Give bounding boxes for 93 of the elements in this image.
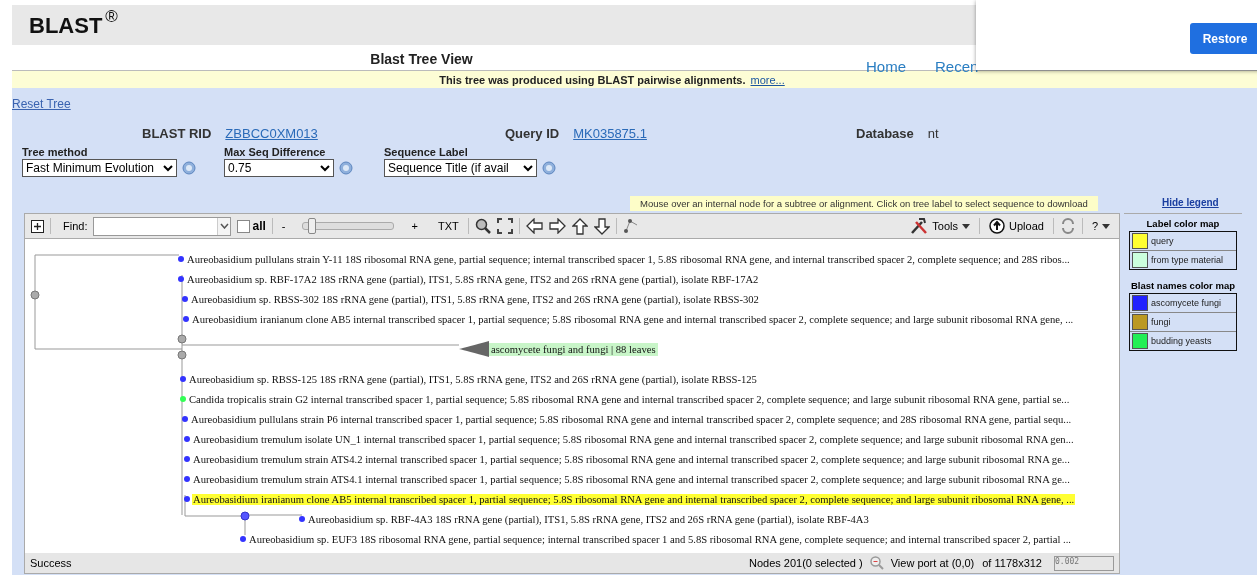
option-label: Tree method [22, 146, 89, 158]
caret-icon [163, 164, 173, 172]
option-select[interactable]: Fast Minimum Evolution [22, 159, 177, 177]
leaf-node-dot[interactable] [299, 516, 305, 522]
tree-layout-icon[interactable] [622, 218, 639, 234]
leaf-label[interactable]: Aureobasidium sp. RBF-4A3 18S rRNA gene (partial), ITS1, 5.8S rRNA gene, ITS2 and 26S rRNA gene (partial), isolate RBF-4A3 [307, 513, 870, 525]
nav-link[interactable]: Home [866, 58, 906, 75]
legend-label: query [1151, 236, 1174, 246]
leaf-label[interactable]: Aureobasidium tremulum isolate UN_1 internal transcribed spacer 1, partial sequence; 5.8S ribosomal RNA gene and internal transcribed spacer 2, complete sequence; and large subunit ribosomal RNA gen... [192, 433, 1075, 445]
more-link[interactable]: more... [750, 73, 785, 86]
leaf-node-dot[interactable] [184, 476, 190, 482]
tools-button[interactable]: Tools [907, 218, 973, 234]
upload-icon [989, 218, 1005, 234]
leaf-label[interactable]: Aureobasidium iranianum clone AB5 internal transcribed spacer 1, partial sequence; 5.8S ribosomal RNA gene and internal transcribed spacer 2, complete sequence; and large subunit ribosomal RNA gene, ... [191, 313, 1075, 325]
viewport-text: View port at (0,0) [890, 557, 975, 569]
arrow-right-icon[interactable] [548, 218, 566, 234]
leaf-node-dot[interactable] [184, 456, 190, 462]
info-label: Database [856, 126, 914, 141]
leaf-label[interactable]: Aureobasidium pullulans strain P6 internal transcribed spacer 1, partial sequence; 5.8S ribosomal RNA gene and internal transcribed spacer 2, complete sequence; and 28S ribosomal RNA gene, partial sequ... [190, 413, 1073, 425]
leaf-node-dot[interactable] [183, 316, 189, 322]
arrow-down-icon[interactable] [593, 217, 610, 235]
all-checkbox[interactable] [237, 219, 251, 233]
hammer-icon [910, 218, 929, 234]
help-icon[interactable] [542, 161, 556, 175]
collapsed-node-icon[interactable] [459, 341, 489, 357]
leaf-node-dot[interactable] [182, 296, 188, 302]
status-text: Success [30, 557, 72, 569]
nav-link[interactable]: Recen [935, 58, 979, 75]
caret-icon [962, 223, 970, 229]
leaf-label[interactable]: Aureobasidium tremulum strain ATS4.2 internal transcribed spacer 1, partial sequence; 5.8S ribosomal RNA gene and internal transcribed spacer 2, complete sequence; and large subunit ribosomal RNA ge... [192, 453, 1071, 465]
leaf-node-dot[interactable] [184, 436, 190, 442]
arrow-up-icon[interactable] [571, 217, 588, 235]
fullscreen-icon[interactable] [496, 218, 513, 234]
legend-label: fungi [1151, 317, 1171, 327]
leaf-label[interactable]: Aureobasidium sp. EUF3 18S ribosomal RNA gene, partial sequence; internal transcribed spacer 1 and 5.8S ribosomal RNA gene, complete sequence; and internal transcribed spacer 2, partial ... [248, 533, 1072, 545]
all-label: all [252, 219, 266, 233]
help-icon[interactable] [182, 161, 196, 175]
option-select[interactable]: Sequence Title (if avail [384, 159, 537, 177]
leaf-node-dot[interactable] [180, 396, 186, 402]
leaf-node-dot[interactable] [240, 536, 246, 542]
zoom-in-button[interactable]: + [408, 220, 421, 232]
page-title: Blast Tree View [370, 51, 473, 67]
leaf-node-dot[interactable] [180, 376, 186, 382]
arrow-left-icon[interactable] [525, 218, 543, 234]
upload-button[interactable]: Upload [986, 218, 1047, 234]
hide-legend-link[interactable]: Hide legend [1162, 197, 1219, 208]
legend-label: ascomycete fungi [1151, 298, 1222, 308]
legend-title: Label color map [1146, 218, 1220, 229]
option-select[interactable]: 0.75 [224, 159, 334, 177]
magnifier-icon[interactable] [474, 218, 491, 234]
info-value: nt [927, 126, 939, 141]
legend-title: Blast names color map [1131, 280, 1235, 291]
caret-icon [1102, 223, 1110, 229]
reset-tree-link[interactable]: Reset Tree [12, 97, 71, 111]
legend-label: budding yeasts [1151, 336, 1212, 346]
caret-icon [320, 164, 330, 172]
scale-bar: 0.002 [1054, 555, 1114, 571]
leaf-label[interactable]: Aureobasidium iranianum clone AB5 internal transcribed spacer 1, partial sequence; 5.8S ribosomal RNA gene and internal transcribed spacer 2, complete sequence; and large subunit ribosomal RNA gene, ... [192, 493, 1076, 505]
leaf-node-dot[interactable] [182, 416, 188, 422]
refresh-icon[interactable] [1059, 218, 1076, 234]
help-icon[interactable] [339, 161, 353, 175]
txt-button[interactable]: TXT [434, 220, 462, 232]
info-label: BLAST RID [142, 126, 212, 141]
expand-icon[interactable] [31, 219, 44, 233]
hint-text: Mouse over an internal node for a subtree or alignment. Click on tree label to select sequence to download [630, 196, 1098, 211]
help-button[interactable]: ? [1088, 220, 1113, 232]
leaf-label[interactable]: Aureobasidium tremulum strain ATS4.1 internal transcribed spacer 1, partial sequence; 5.8S ribosomal RNA gene and internal transcribed spacer 2, complete sequence; and large subunit ribosomal RNA ge... [192, 473, 1071, 485]
leaf-label[interactable]: Aureobasidium pullulans strain Y-11 18S ribosomal RNA gene, partial sequence; internal transcribed spacer 1, 5.8S ribosomal RNA gene, and internal transcribed spacer 2, complete sequence; and 28S ribos... [186, 253, 1071, 265]
info-link[interactable]: MK035875.1 [573, 126, 647, 141]
canvas-size: of 1178x312 [982, 557, 1042, 569]
leaf-node-dot[interactable] [178, 276, 184, 282]
caret-icon [523, 164, 533, 172]
find-field[interactable] [93, 216, 232, 236]
caret-icon [219, 223, 229, 229]
option-label: Max Seq Difference [224, 146, 327, 158]
node-count: Nodes 201(0 selected ) [748, 557, 863, 569]
info-link[interactable]: ZBBCC0XM013 [225, 126, 318, 141]
leaf-label[interactable]: Aureobasidium sp. RBSS-302 18S rRNA gene (partial), ITS1, 5.8S rRNA gene, ITS2 and 26S rRNA gene (partial), isolate RBSS-302 [190, 293, 760, 305]
collapsed-node-label[interactable]: ascomycete fungi and fungi | 88 leaves [489, 342, 658, 356]
zoom-out-button[interactable]: - [278, 220, 289, 232]
info-label: Query ID [505, 126, 560, 141]
blast-logo: BLAST$^{®}$ [29, 10, 118, 40]
option-label: Sequence Label [384, 146, 469, 158]
slider-thumb[interactable] [308, 218, 316, 234]
legend-label: from type material [1151, 255, 1224, 265]
find-label: Find: [63, 220, 88, 232]
leaf-node-dot[interactable] [178, 256, 184, 262]
leaf-label[interactable]: Candida tropicalis strain G2 internal transcribed spacer 1, partial sequence; 5.8S ribosomal RNA gene and internal transcribed spacer 2, complete sequence; and large subunit ribosomal RNA gene, partial se... [188, 393, 1071, 405]
leaf-label[interactable]: Aureobasidium sp. RBSS-125 18S rRNA gene (partial), ITS1, 5.8S rRNA gene, ITS2 and 26S rRNA gene (partial), isolate RBSS-125 [188, 373, 758, 385]
leaf-label[interactable]: Aureobasidium sp. RBF-17A2 18S rRNA gene (partial), ITS1, 5.8S rRNA gene, ITS2 and 26S rRNA gene (partial), isolate RBF-17A2 [186, 273, 760, 285]
restore-button[interactable]: Restore [1190, 23, 1257, 54]
leaf-node-dot[interactable] [184, 496, 190, 502]
banner-text: This tree was produced using BLAST pairwise alignments. [439, 73, 746, 86]
